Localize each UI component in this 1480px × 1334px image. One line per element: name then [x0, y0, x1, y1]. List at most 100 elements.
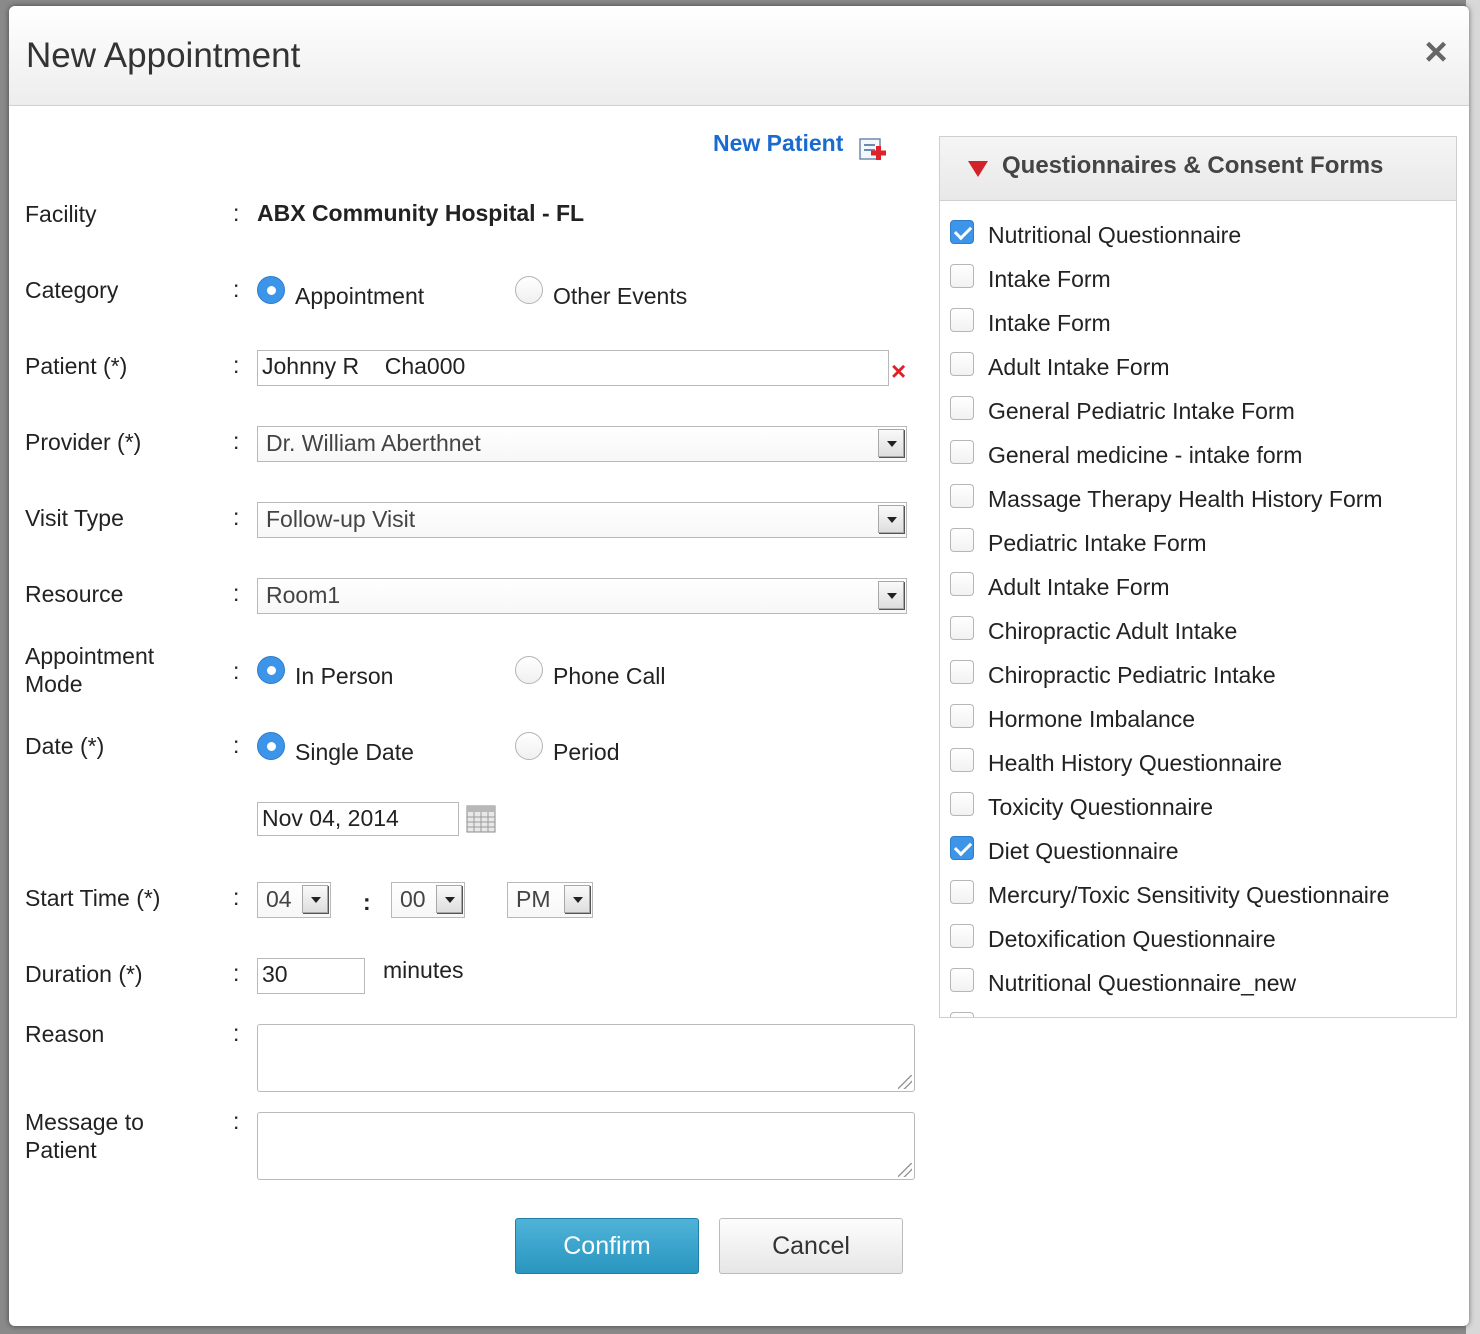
clear-patient-icon[interactable]: ×	[891, 356, 906, 387]
start-time-label: Start Time (*)	[25, 885, 161, 911]
questionnaire-item[interactable]: General Pediatric Intake Form	[940, 389, 1456, 433]
start-time-colon: :	[233, 884, 240, 910]
checkbox-unchecked-icon[interactable]	[950, 704, 974, 728]
patient-input[interactable]: Johnny R Cha000	[257, 350, 889, 386]
questionnaire-item[interactable]: Chiropractic Adult Intake	[940, 609, 1456, 653]
radio-selected-icon	[257, 732, 285, 760]
questionnaire-item[interactable]: Pediatric Intake Form	[940, 521, 1456, 565]
mode-in-person-radio[interactable]: In Person	[257, 656, 393, 690]
radio-unselected-icon	[515, 276, 543, 304]
checkbox-unchecked-icon[interactable]	[950, 396, 974, 420]
questionnaire-item-label: Adult Intake Form	[988, 573, 1170, 600]
questionnaire-item-label: PHC- New Patient Pediatric Intake	[988, 1014, 1340, 1018]
questionnaire-item[interactable]: Massage Therapy Health History Form	[940, 477, 1456, 521]
questionnaire-item[interactable]: Diet Questionnaire	[940, 829, 1456, 873]
visit-type-colon: :	[233, 504, 240, 530]
questionnaire-item[interactable]: Nutritional Questionnaire	[940, 213, 1456, 257]
checkbox-unchecked-icon[interactable]	[950, 792, 974, 816]
questionnaire-item[interactable]: Hormone Imbalance	[940, 697, 1456, 741]
checkbox-unchecked-icon[interactable]	[950, 528, 974, 552]
resize-grip-icon[interactable]	[898, 1163, 912, 1177]
appointment-mode-label-line1: Appointment	[25, 643, 155, 669]
new-patient-link[interactable]: New Patient	[713, 130, 843, 157]
category-other-events-label: Other Events	[553, 282, 688, 309]
questionnaires-list: Nutritional Questionnaire Intake Form Inta…	[940, 213, 1456, 1018]
start-minute-select[interactable]: 00	[391, 882, 465, 918]
reason-colon: :	[233, 1020, 240, 1046]
checkbox-unchecked-icon[interactable]	[950, 572, 974, 596]
questionnaire-item-label: Chiropractic Adult Intake	[988, 617, 1238, 644]
checkbox-unchecked-icon[interactable]	[950, 748, 974, 772]
checkbox-checked-icon[interactable]	[950, 220, 974, 244]
duration-unit: minutes	[383, 957, 464, 983]
confirm-button[interactable]: Confirm	[515, 1218, 699, 1274]
radio-unselected-icon	[515, 656, 543, 684]
questionnaire-item-label: Massage Therapy Health History Form	[988, 485, 1383, 512]
questionnaire-item-label: Diet Questionnaire	[988, 837, 1179, 864]
questionnaire-item[interactable]: Health History Questionnaire	[940, 741, 1456, 785]
add-patient-icon[interactable]	[859, 136, 889, 162]
date-single-radio[interactable]: Single Date	[257, 732, 414, 766]
resource-label: Resource	[25, 581, 124, 607]
category-colon: :	[233, 276, 240, 302]
visit-type-select[interactable]: Follow-up Visit	[257, 502, 907, 538]
checkbox-unchecked-icon[interactable]	[950, 352, 974, 376]
mode-phone-call-radio[interactable]: Phone Call	[515, 656, 666, 690]
questionnaire-item-label: Mercury/Toxic Sensitivity Questionnaire	[988, 881, 1390, 908]
checkbox-checked-icon[interactable]	[950, 836, 974, 860]
checkbox-unchecked-icon[interactable]	[950, 264, 974, 288]
category-other-events-radio[interactable]: Other Events	[515, 276, 688, 310]
questionnaires-header[interactable]: Questionnaires & Consent Forms	[940, 137, 1456, 201]
checkbox-unchecked-icon[interactable]	[950, 924, 974, 948]
questionnaire-item[interactable]: Adult Intake Form	[940, 565, 1456, 609]
checkbox-unchecked-icon[interactable]	[950, 484, 974, 508]
questionnaire-item-label: General medicine - intake form	[988, 441, 1303, 468]
questionnaire-item[interactable]: Chiropractic Pediatric Intake	[940, 653, 1456, 697]
questionnaire-item[interactable]: Adult Intake Form	[940, 345, 1456, 389]
questionnaire-item-label: Nutritional Questionnaire_new	[988, 969, 1297, 996]
category-appointment-radio[interactable]: Appointment	[257, 276, 424, 310]
facility-label: Facility	[25, 201, 97, 227]
checkbox-unchecked-icon[interactable]	[950, 1012, 974, 1017]
questionnaire-item[interactable]: Nutritional Questionnaire_new	[940, 961, 1456, 1005]
provider-value: Dr. William Aberthnet	[266, 430, 481, 456]
questionnaire-item[interactable]: Detoxification Questionnaire	[940, 917, 1456, 961]
start-hour-select[interactable]: 04	[257, 882, 331, 918]
provider-select[interactable]: Dr. William Aberthnet	[257, 426, 907, 462]
reason-label: Reason	[25, 1021, 105, 1047]
message-label-line1: Message to	[25, 1109, 144, 1135]
message-label: Message to Patient	[25, 1108, 144, 1164]
questionnaire-item[interactable]: Intake Form	[940, 301, 1456, 345]
resource-select[interactable]: Room1	[257, 578, 907, 614]
start-minute-value: 00	[400, 886, 426, 912]
start-ampm-select[interactable]: PM	[507, 882, 593, 918]
date-input[interactable]: Nov 04, 2014	[257, 802, 459, 836]
checkbox-unchecked-icon[interactable]	[950, 660, 974, 684]
appointment-mode-label: Appointment Mode	[25, 642, 154, 698]
questionnaire-item-label: Nutritional Questionnaire	[988, 221, 1242, 248]
close-icon[interactable]: ×	[1419, 32, 1453, 72]
checkbox-unchecked-icon[interactable]	[950, 880, 974, 904]
reason-textarea[interactable]	[257, 1024, 915, 1092]
questionnaire-item[interactable]: PHC- New Patient Pediatric Intake	[940, 1005, 1456, 1018]
radio-unselected-icon	[515, 732, 543, 760]
message-textarea[interactable]	[257, 1112, 915, 1180]
duration-input[interactable]: 30	[257, 958, 365, 994]
questionnaires-panel: Questionnaires & Consent Forms Nutrition…	[939, 136, 1457, 1018]
time-separator: :	[363, 889, 371, 915]
checkbox-unchecked-icon[interactable]	[950, 616, 974, 640]
cancel-button[interactable]: Cancel	[719, 1218, 903, 1274]
questionnaire-item[interactable]: Intake Form	[940, 257, 1456, 301]
calendar-icon[interactable]	[466, 804, 496, 834]
questionnaire-item[interactable]: Toxicity Questionnaire	[940, 785, 1456, 829]
date-period-radio[interactable]: Period	[515, 732, 619, 766]
questionnaire-item[interactable]: General medicine - intake form	[940, 433, 1456, 477]
resize-grip-icon[interactable]	[898, 1075, 912, 1089]
checkbox-unchecked-icon[interactable]	[950, 308, 974, 332]
checkbox-unchecked-icon[interactable]	[950, 440, 974, 464]
chevron-down-icon	[302, 885, 328, 913]
questionnaire-item[interactable]: Mercury/Toxic Sensitivity Questionnaire	[940, 873, 1456, 917]
checkbox-unchecked-icon[interactable]	[950, 968, 974, 992]
collapse-triangle-icon[interactable]	[968, 161, 988, 177]
questionnaire-item-label: Health History Questionnaire	[988, 749, 1283, 776]
